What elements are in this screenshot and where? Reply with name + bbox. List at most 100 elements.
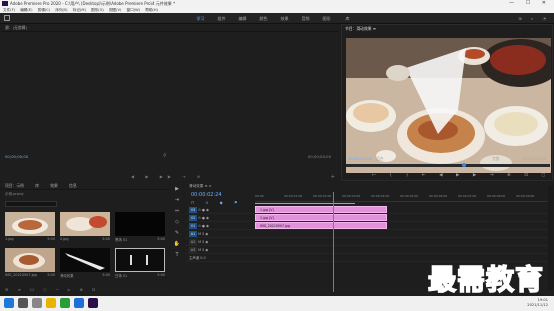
tab-library[interactable]: 库 [35,183,39,188]
tab-project[interactable]: 项目：示例 [5,183,24,188]
hand-tool-icon[interactable]: ✋ [173,240,181,248]
system-clock[interactable]: 19:01 2021/11/12 [527,298,548,308]
workspace-tab-graphics[interactable]: 图形 [316,13,337,24]
razor-tool-icon[interactable]: ◇ [173,218,181,226]
program-transport-controls[interactable]: ⊢ { } ⇤ ◀ ▶ ▶ ⇥ ⊕ ⊡ ◻ [372,173,551,178]
windows-taskbar: 19:01 2021/11/12 [0,296,554,311]
bin-item[interactable]: IMG_20210507.jpg 5:00 [5,248,55,281]
menu-graphics[interactable]: 图形(G) [91,8,104,12]
food-scene-image [346,38,551,173]
food-thumbnail [5,248,55,272]
master-track-level[interactable]: 0.0 [200,256,205,260]
selection-tool-icon[interactable]: ▶ [173,185,181,193]
premiere-logo-icon [2,1,8,6]
track-a2: A2 M S ◉ [185,238,553,246]
tab-info[interactable]: 信息 [69,183,77,188]
menu-help[interactable]: 帮助(H) [145,8,158,12]
track-target-v1[interactable]: V1 [189,223,197,229]
source-timecode-current[interactable]: 00;00;00;00 [5,154,28,159]
home-icon[interactable] [4,15,10,21]
bin-item[interactable]: 白场 01 5:00 [115,248,165,281]
work-area-bar[interactable] [255,203,355,204]
project-search-input[interactable] [5,201,57,207]
program-video-frame [346,38,551,173]
premiere-taskbar-icon[interactable] [88,298,98,308]
project-panel-tabs: 项目：示例 库 效果 信息 [1,182,169,190]
timeline-playhead[interactable] [333,192,334,292]
project-file-name: 示例.prproj [5,192,24,196]
audio-meter [548,186,553,290]
bin-item[interactable]: 2.jpg 5:00 [60,212,110,245]
source-transport-controls[interactable]: ◀ ▶ ▶▶ ⇥ ⊕ [131,174,205,179]
type-tool-icon[interactable]: T [173,251,181,259]
bin-item[interactable]: 滑动效果 5:00 [60,248,110,281]
food-thumbnail [5,212,55,236]
browser-icon[interactable] [60,298,70,308]
menu-file[interactable]: 文件(F) [3,8,15,12]
track-target-a1[interactable]: A1 [189,231,197,237]
premiere-window: Adobe Premiere Pro 2020 - C:\用户\ (Deskto… [0,0,554,311]
program-scrub-bar[interactable] [346,164,550,167]
track-target-v3[interactable]: V3 [189,207,197,213]
menu-window[interactable]: 窗口(W) [127,8,141,12]
track-a3: A3 M S ◉ [185,246,553,254]
workspace-tab-audio[interactable]: 音频 [295,13,316,24]
track-target-v2[interactable]: V2 [189,215,197,221]
workspace-tab-assembly[interactable]: 组件 [211,13,232,24]
clip-1[interactable]: 1.jpg [V] [255,206,387,213]
sequence-thumbnail [60,248,110,272]
menu-marker[interactable]: 标记(M) [73,8,86,12]
menu-sequence[interactable]: 序列(S) [55,8,67,12]
track-target-a2[interactable]: A2 [189,239,197,245]
timeline-toggle-icons[interactable]: ⊓ ∩ ◆ ⚑ [191,200,243,205]
source-monitor-title: 源：(无剪辑) [1,24,339,32]
windows-start-icon[interactable] [4,298,14,308]
menu-view[interactable]: 视图(V) [109,8,121,12]
watermark-logo: 最需教育 [427,262,545,297]
program-timecode-current[interactable]: 00:00:02:24 [348,156,371,161]
task-view-icon[interactable] [32,298,42,308]
timeline-timecode[interactable]: 00:00:02:24 [191,192,222,198]
track-a1: A1 M S ◉ [185,230,553,238]
program-fit-select[interactable]: 适合 [376,156,384,162]
ripple-edit-tool-icon[interactable]: ⇔ [173,207,181,215]
tools-panel: ▶ ⇥ ⇔ ◇ ✎ ✋ T [171,182,183,294]
bin-item[interactable]: 1.jpg 5:00 [5,212,55,245]
pen-tool-icon[interactable]: ✎ [173,229,181,237]
project-footer-controls[interactable]: ⊟ ≡ ☐ ○ ─ ⌂ ⊕ ⊡ [5,287,99,292]
title-bar: Adobe Premiere Pro 2020 - C:\用户\ (Deskto… [0,0,554,7]
clip-2[interactable]: 2.jpg [V] [255,214,387,221]
bin-item[interactable]: 黑场 01 5:00 [115,212,165,245]
workspace-tab-learn[interactable]: 学习 [190,13,211,24]
clip-3[interactable]: IMG_20210507.jpg [255,222,387,229]
workspace-tab-effects[interactable]: 效果 [274,13,295,24]
track-v1: V1 ⊙ ● ◉ IMG_20210507.jpg [185,222,553,230]
workspace-tab-color[interactable]: 颜色 [253,13,274,24]
tab-effects[interactable]: 效果 [50,183,58,188]
timeline-tab[interactable]: 滑动效果 ≡ × [185,182,553,190]
file-explorer-icon[interactable] [46,298,56,308]
menu-edit[interactable]: 编辑(E) [20,8,32,12]
master-track-label: 主声道 [189,256,200,260]
timeline-ruler[interactable]: 00:00 00:00:01:00 00:00:02:00 00:00:03:0… [255,194,548,202]
menu-clip[interactable]: 剪辑(C) [38,8,51,12]
program-timecode-duration: 00:00:05:00 [522,156,546,161]
program-resolution-select[interactable]: 完整 [492,156,500,162]
white-matte-thumbnail [130,255,148,265]
add-button-icon[interactable]: + [331,174,335,180]
app-icon[interactable] [74,298,84,308]
track-target-a3[interactable]: A3 [189,247,197,253]
track-select-tool-icon[interactable]: ⇥ [173,196,181,204]
program-monitor-title: 节目：滑动效果 ≡ [345,26,376,31]
workspace-tab-libraries[interactable]: 库 [337,13,358,24]
wrench-icon[interactable]: ⚲ [163,153,167,159]
clock-date: 2021/11/12 [527,303,548,307]
toolbar-right-icons[interactable]: ⊞ ⌕ ◔ [518,16,550,21]
search-icon[interactable] [18,298,28,308]
program-monitor: 节目：滑动效果 ≡ 00:00:02:24 适合 完整 00:00:05:00 … [341,24,553,181]
track-v3: V3 ⊙ ● ◉ 1.jpg [V] [185,206,553,214]
food-thumbnail [60,212,110,236]
workspace-tab-editing[interactable]: 编辑 [232,13,253,24]
project-bin-grid: 1.jpg 5:00 2.jpg 5:00 黑场 01 5:00 IMG_202… [5,212,165,282]
window-controls[interactable]: — ☐ ✕ [509,0,551,7]
